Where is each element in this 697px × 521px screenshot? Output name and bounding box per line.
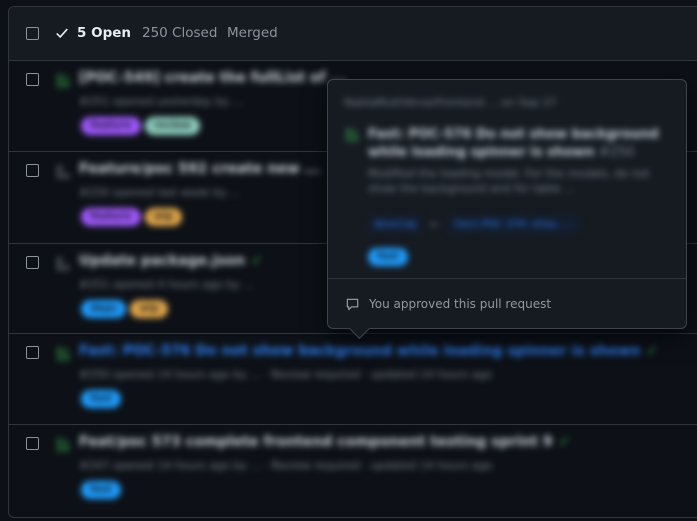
row-checkbox[interactable]	[26, 164, 39, 177]
row-checkbox[interactable]	[26, 346, 39, 359]
open-count: 5 Open	[77, 25, 131, 41]
label-badge[interactable]: feature	[81, 208, 141, 226]
merged-filter[interactable]: Merged	[227, 25, 278, 41]
hovercard-body: NablaMultiVerse/frontend ... on Sep 27 F…	[328, 80, 686, 278]
pr-title[interactable]: Feat/poc 573 complete frontend component…	[79, 434, 570, 450]
pr-title[interactable]: Feature/poc 592 create new ...	[79, 161, 320, 177]
checks-passed-icon[interactable]: ✓	[559, 434, 571, 450]
checks-passed-icon[interactable]: ✓	[646, 343, 658, 359]
pull-request-row[interactable]: Feat/poc 573 complete frontend component…	[9, 425, 697, 517]
hovercard-description: Modified the loading modal. For the moda…	[368, 167, 650, 195]
pr-meta: #247 opened 14 hours ago by ... · Review…	[79, 459, 493, 472]
row-checkbox[interactable]	[26, 256, 39, 269]
pr-title-text[interactable]: Fast: POC-576 Do not show background whi…	[79, 343, 640, 359]
hovercard-footer: You approved this pull request	[328, 278, 686, 329]
label-badge[interactable]: fast	[81, 481, 121, 499]
pr-title[interactable]: [POC-549] create the fullList of ...	[79, 70, 347, 86]
open-filter[interactable]: 5 Open	[55, 25, 131, 41]
label-badge[interactable]: fast	[81, 390, 121, 408]
pull-request-open-icon	[57, 347, 69, 361]
hovercard-number: #250	[598, 145, 635, 160]
row-checkbox[interactable]	[26, 73, 39, 86]
pull-request-draft-icon	[57, 165, 69, 179]
row-checkbox[interactable]	[26, 437, 39, 450]
pr-labels: feature review	[81, 117, 201, 135]
pull-request-open-icon	[346, 128, 358, 142]
list-header: 5 Open 250 Closed Merged	[9, 7, 697, 61]
pr-title[interactable]: Update package.json ✓	[79, 253, 263, 269]
pr-title[interactable]: Fast: POC-576 Do not show background whi…	[79, 343, 658, 359]
pr-meta: #251 opened yesterday by ...	[79, 95, 244, 108]
label-badge[interactable]: fast	[368, 248, 408, 266]
pull-request-open-icon	[57, 74, 69, 88]
branch-arrow-icon: ←	[430, 218, 440, 231]
pr-labels: fast	[81, 481, 121, 499]
comment-icon	[346, 298, 359, 310]
pr-meta: #250 opened 14 hours ago by ... · Review…	[79, 368, 493, 381]
pull-request-open-icon	[57, 438, 69, 452]
label-badge[interactable]: feature	[81, 117, 141, 135]
label-badge[interactable]: wip	[144, 208, 183, 226]
check-icon	[56, 28, 68, 39]
closed-filter[interactable]: 250 Closed	[142, 25, 217, 41]
pr-title-text[interactable]: Update package.json	[79, 253, 245, 269]
hovercard-repo[interactable]: NablaMultiVerse/frontend ... on Sep 27	[344, 96, 557, 109]
pr-labels: deps wip	[81, 300, 168, 318]
review-status-text: You approved this pull request	[369, 297, 552, 311]
pull-request-draft-icon	[57, 257, 69, 271]
pr-meta: #250 opened last week by ...	[79, 186, 241, 199]
label-badge[interactable]: deps	[81, 300, 127, 318]
checks-passed-icon[interactable]: ✓	[251, 253, 263, 269]
pr-title-text[interactable]: Feat/poc 573 complete frontend component…	[79, 434, 553, 450]
head-branch[interactable]: fast/POC-576-show...	[447, 216, 580, 233]
select-all-checkbox[interactable]	[26, 27, 39, 40]
label-badge[interactable]: review	[144, 117, 201, 135]
pr-meta: #251 opened 4 hours ago by ...	[79, 278, 254, 291]
label-badge[interactable]: wip	[130, 300, 168, 318]
hovercard-branches: develop ← fast/POC-576-show...	[368, 216, 580, 233]
pull-request-hovercard: NablaMultiVerse/frontend ... on Sep 27 F…	[327, 79, 687, 340]
pull-request-row[interactable]: Fast: POC-576 Do not show background whi…	[9, 334, 697, 425]
hovercard-labels: fast	[368, 244, 408, 266]
pr-labels: fast	[81, 390, 121, 408]
base-branch[interactable]: develop	[368, 216, 423, 233]
pr-labels: feature wip	[81, 208, 183, 226]
hovercard-title[interactable]: Fast: POC-576 Do not show background whi…	[368, 126, 668, 162]
